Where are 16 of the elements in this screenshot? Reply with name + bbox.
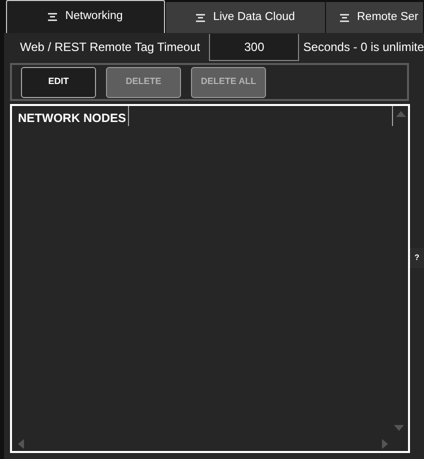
scroll-right-icon[interactable] <box>382 439 388 449</box>
tab[interactable]: Networking <box>6 0 165 33</box>
timeout-label: Web / REST Remote Tag Timeout <box>20 39 202 56</box>
column-header[interactable]: NETWORK NODES <box>12 106 129 126</box>
timeout-field[interactable]: 300 <box>209 34 300 60</box>
list-icon <box>340 14 349 22</box>
list-icon <box>196 14 206 22</box>
action-button[interactable]: EDIT <box>21 66 96 98</box>
tab[interactable]: Remote Ser <box>326 2 423 33</box>
help-button[interactable]: ? <box>410 248 424 268</box>
tab[interactable]: Live Data Cloud <box>166 2 325 33</box>
timeout-note: Seconds - 0 is unlimite <box>303 39 424 56</box>
scroll-down-icon[interactable] <box>394 425 404 431</box>
scroll-left-icon[interactable] <box>18 439 24 449</box>
scroll-up-icon[interactable] <box>396 111 406 117</box>
list-icon <box>48 13 58 21</box>
